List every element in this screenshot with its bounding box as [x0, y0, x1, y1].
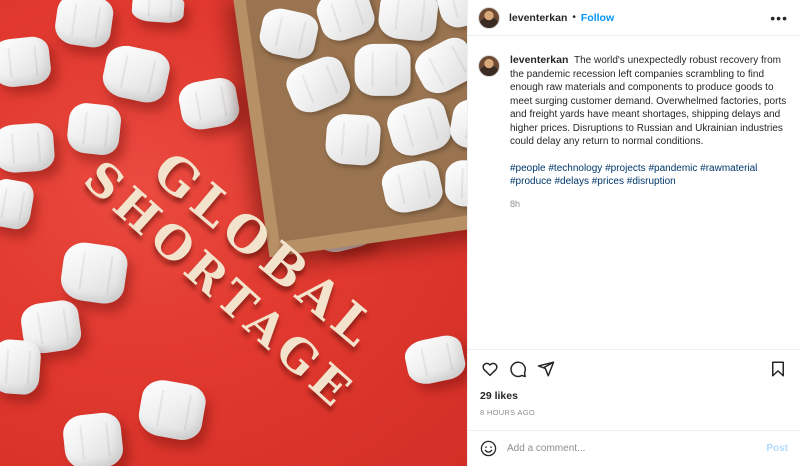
heart-icon[interactable]	[480, 359, 500, 379]
packing-peanut	[378, 157, 446, 217]
packing-peanut	[61, 411, 125, 466]
packing-peanut	[447, 97, 467, 154]
hashtag-link[interactable]: #delays	[554, 176, 588, 187]
packing-peanut	[409, 32, 467, 100]
caption-time[interactable]: 8h	[510, 198, 788, 212]
caption-section: leventerkan The world's unexpectedly rob…	[468, 36, 800, 349]
box-interior	[245, 0, 467, 242]
comment-icon[interactable]	[508, 359, 528, 379]
follow-button[interactable]: Follow	[581, 12, 614, 24]
hashtag-link[interactable]: #people	[510, 163, 546, 174]
caption-text: The world's unexpectedly robust recovery…	[510, 55, 787, 147]
header-username[interactable]: leventerkan	[509, 12, 567, 24]
packing-peanut	[0, 338, 42, 396]
hashtag-link[interactable]: #produce	[510, 176, 552, 187]
comment-input[interactable]	[507, 443, 761, 454]
post-image[interactable]: GLOBAL SHORTAGE	[0, 0, 467, 466]
avatar[interactable]	[478, 6, 500, 29]
caption-username[interactable]: leventerkan	[510, 54, 568, 66]
post-timestamp[interactable]: 8 HOURS AGO	[480, 408, 788, 417]
hashtag-list: #people #technology #projects #pandemic …	[510, 162, 788, 189]
comment-composer: Post	[468, 430, 800, 466]
packing-peanut	[65, 101, 123, 157]
cardboard-box	[232, 0, 467, 258]
hashtag-link[interactable]: #projects	[605, 163, 646, 174]
packing-peanut	[312, 0, 379, 46]
post-header: leventerkan • Follow •••	[468, 0, 800, 36]
more-horizontal-icon[interactable]: •••	[770, 10, 788, 26]
separator-dot: •	[572, 12, 576, 23]
packing-peanut	[354, 43, 411, 96]
emoji-icon[interactable]	[480, 440, 497, 457]
packing-peanut	[281, 51, 355, 119]
hashtag-link[interactable]: #technology	[548, 163, 602, 174]
share-icon[interactable]	[536, 359, 556, 379]
caption-row: leventerkan The world's unexpectedly rob…	[478, 54, 788, 211]
action-section: 29 likes 8 HOURS AGO	[468, 349, 800, 417]
packing-peanut	[0, 121, 56, 175]
action-icon-row	[480, 358, 788, 380]
instagram-post: GLOBAL SHORTAGE leventerkan • Follow •••…	[0, 0, 800, 466]
caption-avatar[interactable]	[478, 55, 500, 77]
packing-peanut	[376, 0, 440, 43]
hashtag-link[interactable]: #pandemic	[648, 163, 697, 174]
packing-peanut	[444, 159, 467, 208]
packing-peanut	[432, 0, 467, 32]
hashtag-link[interactable]: #disruption	[627, 176, 676, 187]
packing-peanut	[324, 112, 382, 167]
hashtag-link[interactable]: #rawmaterial	[700, 163, 757, 174]
hashtag-link[interactable]: #prices	[592, 176, 624, 187]
post-sidebar: leventerkan • Follow ••• leventerkan The…	[467, 0, 800, 466]
bookmark-icon[interactable]	[768, 359, 788, 379]
caption-body: leventerkan The world's unexpectedly rob…	[510, 54, 788, 211]
packing-peanut	[382, 94, 455, 161]
post-comment-button[interactable]: Post	[766, 443, 788, 454]
likes-count[interactable]: 29 likes	[480, 390, 788, 402]
packing-peanut	[256, 5, 321, 62]
